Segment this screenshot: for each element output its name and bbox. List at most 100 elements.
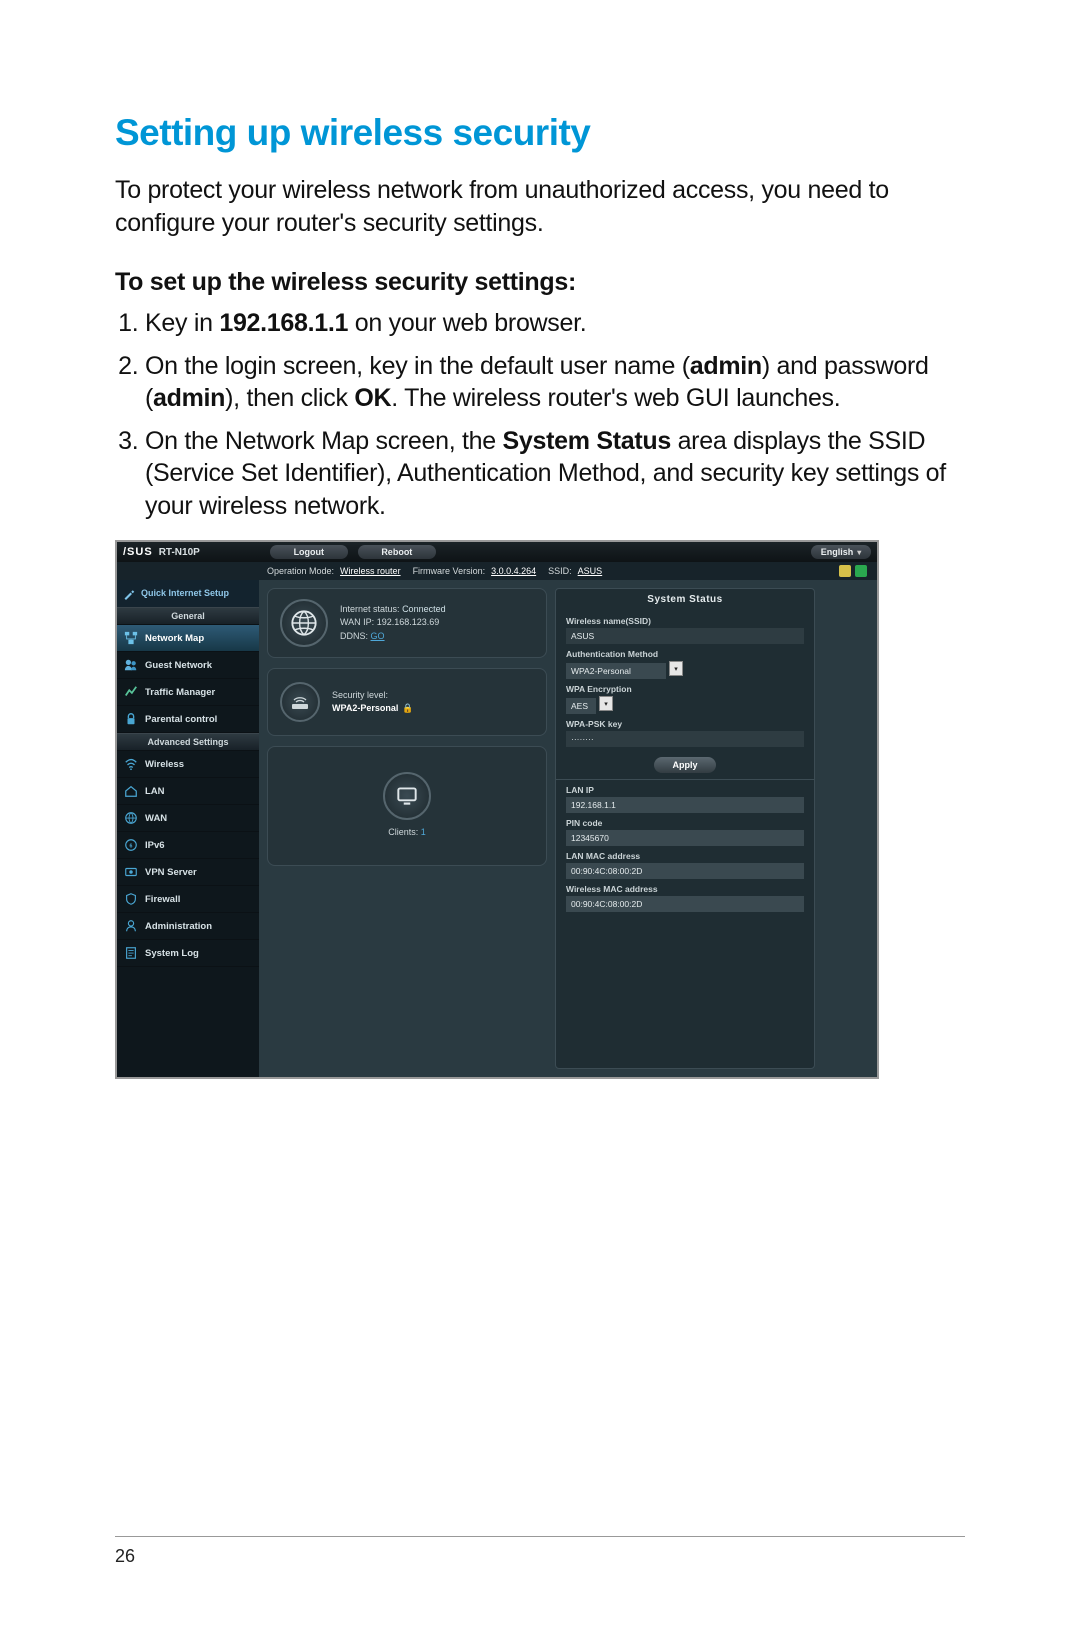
sidebar-item-lan[interactable]: LAN xyxy=(117,778,259,805)
apply-button[interactable]: Apply xyxy=(654,757,715,773)
logout-button[interactable]: Logout xyxy=(270,545,348,559)
sidebar-item-administration[interactable]: Administration xyxy=(117,913,259,940)
psk-label: WPA-PSK key xyxy=(566,719,804,729)
enc-select[interactable]: AES xyxy=(566,698,596,714)
subheading: To set up the wireless security settings… xyxy=(115,268,965,297)
guest-icon xyxy=(124,658,138,672)
log-icon xyxy=(124,946,138,960)
system-status-panel: System Status Wireless name(SSID) ASUS A… xyxy=(555,588,815,1069)
gui-infobar: Operation Mode: Wireless router Firmware… xyxy=(117,562,877,580)
sidebar-item-label: Administration xyxy=(145,921,212,932)
sidebar-item-ipv6[interactable]: 6 IPv6 xyxy=(117,832,259,859)
sidebar-item-vpn-server[interactable]: VPN Server xyxy=(117,859,259,886)
reboot-button[interactable]: Reboot xyxy=(358,545,436,559)
sidebar-item-system-log[interactable]: System Log xyxy=(117,940,259,967)
wmac-label: Wireless MAC address xyxy=(566,884,804,894)
page-title: Setting up wireless security xyxy=(115,112,965,154)
fw-value[interactable]: 3.0.0.4.264 xyxy=(491,566,536,576)
security-card-text: Security level: WPA2-Personal🔒 xyxy=(332,689,414,715)
shield-icon xyxy=(124,892,138,906)
label: Clients: xyxy=(388,827,418,837)
monitor-icon xyxy=(383,772,431,820)
vpn-icon xyxy=(124,865,138,879)
steps-list: Key in 192.168.1.1 on your web browser. … xyxy=(115,307,965,522)
ddns-link[interactable]: GO xyxy=(371,631,385,641)
auth-label: Authentication Method xyxy=(566,649,804,659)
label: DDNS: xyxy=(340,631,368,641)
network-map-icon xyxy=(124,631,138,645)
label: WAN IP: xyxy=(340,617,374,627)
pin-label: PIN code xyxy=(566,818,804,828)
sidebar-qis[interactable]: Quick Internet Setup xyxy=(117,580,259,607)
system-status-body: Wireless name(SSID) ASUS Authentication … xyxy=(556,616,814,912)
text-bold: admin xyxy=(153,384,225,412)
text-bold: admin xyxy=(690,352,762,380)
ip-address: 192.168.1.1 xyxy=(219,309,348,337)
label: Internet status: xyxy=(340,604,400,614)
padlock-icon: 🔒 xyxy=(402,703,413,713)
lanip-value: 192.168.1.1 xyxy=(566,797,804,813)
sidebar-item-traffic-manager[interactable]: Traffic Manager xyxy=(117,679,259,706)
admin-icon xyxy=(124,919,138,933)
sidebar-item-label: WAN xyxy=(145,813,167,824)
sidebar: Quick Internet Setup General Network Map… xyxy=(117,580,259,1077)
intro-paragraph: To protect your wireless network from un… xyxy=(115,174,965,240)
chevron-down-icon[interactable]: ▾ xyxy=(599,696,613,711)
home-icon xyxy=(124,784,138,798)
ssid-label: Wireless name(SSID) xyxy=(566,616,804,626)
sidebar-item-parental-control[interactable]: Parental control xyxy=(117,706,259,733)
auth-select[interactable]: WPA2-Personal xyxy=(566,663,666,679)
sidebar-item-label: Guest Network xyxy=(145,660,212,671)
sidebar-item-guest-network[interactable]: Guest Network xyxy=(117,652,259,679)
sidebar-item-label: Wireless xyxy=(145,759,184,770)
psk-input[interactable]: ········ xyxy=(566,731,804,747)
fw-label: Firmware Version: xyxy=(413,566,486,576)
gui-body: Quick Internet Setup General Network Map… xyxy=(117,580,877,1077)
chevron-down-icon[interactable]: ▾ xyxy=(669,661,683,676)
globe-icon xyxy=(124,811,138,825)
sidebar-item-label: IPv6 xyxy=(145,840,165,851)
top-buttons: Logout Reboot xyxy=(270,545,436,559)
step-2: On the login screen, key in the default … xyxy=(145,350,965,415)
ssid-label: SSID: xyxy=(548,566,572,576)
router-icon xyxy=(280,682,320,722)
internet-card[interactable]: Internet status: Connected WAN IP: 192.1… xyxy=(267,588,547,658)
sidebar-section-general: General xyxy=(117,607,259,625)
language-dropdown[interactable]: English xyxy=(811,545,871,559)
opmode-label: Operation Mode: xyxy=(267,566,334,576)
step-3: On the Network Map screen, the System St… xyxy=(145,425,965,523)
sidebar-item-wan[interactable]: WAN xyxy=(117,805,259,832)
ipv6-icon: 6 xyxy=(124,838,138,852)
text: ), then click xyxy=(225,384,354,412)
usb-icon[interactable] xyxy=(839,565,851,577)
value: 192.168.123.69 xyxy=(377,617,440,627)
sidebar-item-label: LAN xyxy=(145,786,165,797)
lanip-label: LAN IP xyxy=(566,785,804,795)
sidebar-item-firewall[interactable]: Firewall xyxy=(117,886,259,913)
sidebar-item-label: Parental control xyxy=(145,714,217,725)
sidebar-item-label: Network Map xyxy=(145,633,204,644)
sidebar-item-label: System Log xyxy=(145,948,199,959)
ssid-input[interactable]: ASUS xyxy=(566,628,804,644)
brand-logo: /SUS xyxy=(123,546,153,558)
network-icon[interactable] xyxy=(855,565,867,577)
opmode-value[interactable]: Wireless router xyxy=(340,566,401,576)
text-bold: OK xyxy=(354,384,391,412)
model-name: RT-N10P xyxy=(159,547,200,558)
wand-icon xyxy=(123,588,135,600)
text: Key in xyxy=(145,309,219,337)
sidebar-item-network-map[interactable]: Network Map xyxy=(117,625,259,652)
text: On the Network Map screen, the xyxy=(145,427,503,455)
security-card[interactable]: Security level: WPA2-Personal🔒 xyxy=(267,668,547,736)
text-bold: System Status xyxy=(503,427,671,455)
lanmac-value: 00:90:4C:08:00:2D xyxy=(566,863,804,879)
page-number: 26 xyxy=(115,1546,135,1567)
value: 1 xyxy=(421,827,426,837)
sidebar-item-wireless[interactable]: Wireless xyxy=(117,751,259,778)
footer-rule xyxy=(115,1536,965,1537)
sidebar-item-label: Traffic Manager xyxy=(145,687,215,698)
separator xyxy=(556,779,814,780)
clients-card[interactable]: Clients: 1 xyxy=(267,746,547,866)
ssid-value[interactable]: ASUS xyxy=(578,566,603,576)
value: Connected xyxy=(402,604,446,614)
